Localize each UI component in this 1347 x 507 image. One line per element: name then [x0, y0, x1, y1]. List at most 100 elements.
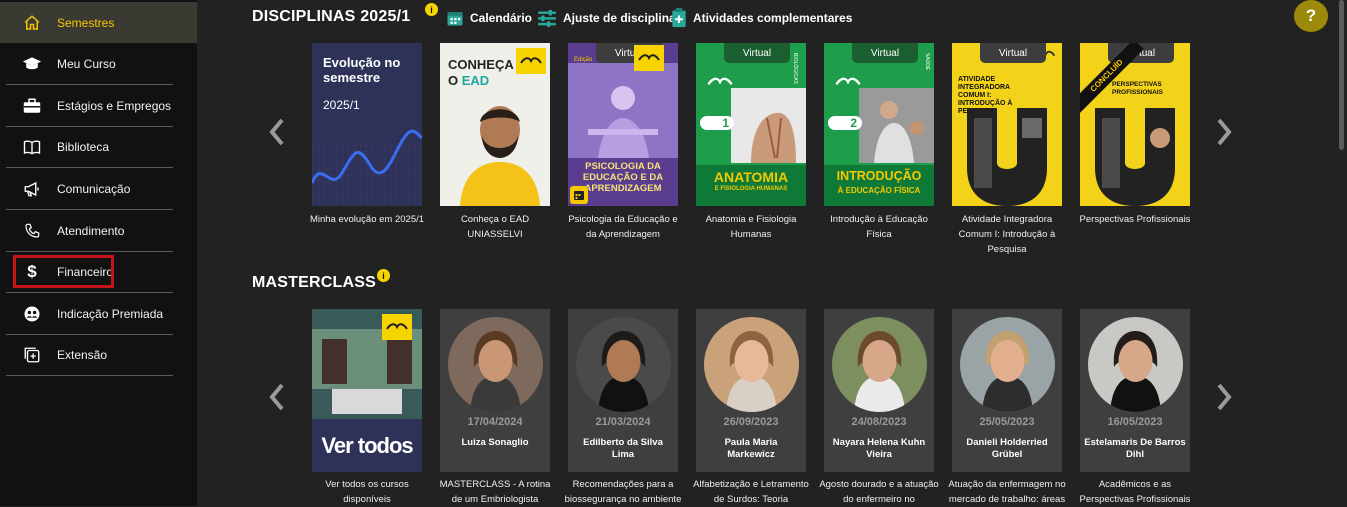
card-caption: Alfabetização e Letramento de Surdos: Te… [693, 479, 809, 505]
see-all-label: Ver todos [321, 433, 413, 458]
sidebar: Semestres Meu Curso Estágios e Empregos … [0, 0, 197, 506]
card-caption: MASTERCLASS - A rotina de um Embriologis… [439, 479, 551, 505]
sliders-icon [537, 9, 557, 27]
uniasselvi-logo [516, 48, 546, 74]
side-label: SAÚDE [924, 53, 930, 71]
complementary-activities-link[interactable]: Atividades complementares [671, 8, 853, 28]
add-square-icon [21, 346, 43, 364]
masterclass-speaker-name: Nayara Helena Kuhn Vieira [832, 437, 926, 460]
masterclass-prev-arrow[interactable] [265, 379, 289, 415]
avatar [448, 317, 543, 412]
scrollbar-thumb[interactable] [1339, 0, 1344, 150]
sidebar-item-indicacao[interactable]: Indicação Premiada [6, 294, 173, 335]
graduation-cap-icon [21, 55, 43, 73]
uniasselvi-logo [382, 314, 412, 340]
evolution-card[interactable]: Evolução no semestre 2025/1 [312, 43, 422, 206]
masterclass-card[interactable]: 17/04/2024 Luiza Sonaglio [440, 309, 550, 472]
masterclass-date: 21/03/2024 [595, 416, 651, 428]
masterclass-card[interactable]: 21/03/2024 Edilberto da Silva Lima [568, 309, 678, 472]
anatomia-cover-subtitle: E FISIOLOGIA HUMANAS [714, 186, 788, 192]
sidebar-item-comunicacao[interactable]: Comunicação [6, 169, 173, 210]
virtual-tag: Virtual [980, 43, 1046, 63]
masterclass-card[interactable]: 16/05/2023 Estelamaris De Barros Dihl [1080, 309, 1190, 472]
atividade-integradora-card[interactable]: Virtual ATIVIDADE INTEGRADORA COMUM I: I… [952, 43, 1062, 206]
letter-u-graphic [1095, 108, 1175, 206]
phone-icon [21, 222, 43, 240]
card-caption: Minha evolução em 2025/1 [309, 214, 425, 225]
book-icon [21, 138, 43, 156]
psicologia-cover-title: PSICOLOGIA DA EDUCAÇÃO E DA APRENDIZAGEM [582, 161, 664, 194]
sidebar-item-semestres[interactable]: Semestres [0, 2, 197, 43]
masterclass-date: 24/08/2023 [851, 416, 907, 428]
perspectivas-card[interactable]: Virtual CONCLUÍD PERSPECTIVAS PROFISSION… [1080, 43, 1190, 206]
home-icon [21, 14, 43, 32]
calendar-badge-icon [570, 186, 588, 204]
ead-card-line1: CONHEÇA [448, 57, 514, 72]
sidebar-item-atendimento[interactable]: Atendimento [6, 211, 173, 252]
masterclass-date: 25/05/2023 [979, 416, 1035, 428]
card-caption: Recomendações para a biossegurança no am… [564, 479, 682, 505]
masterclass-next-arrow[interactable] [1212, 379, 1236, 415]
calendar-link[interactable]: Calendário [446, 10, 532, 26]
complementary-activities-label: Atividades complementares [693, 11, 853, 25]
calendar-link-label: Calendário [470, 11, 533, 25]
sidebar-item-label: Estágios e Empregos [57, 99, 172, 113]
masterclass-card[interactable]: 26/09/2023 Paula Maria Markewicz [696, 309, 806, 472]
sidebar-item-label: Atendimento [57, 224, 125, 238]
masterclass-speaker-name: Danieli Holderried Grübel [966, 437, 1048, 460]
main-content: DISCIPLINAS 2025/1 i Calendário Ajuste d… [197, 0, 1347, 506]
ead-card-accent: EAD [461, 73, 490, 88]
avatar [960, 317, 1055, 412]
briefcase-icon [21, 97, 43, 115]
sidebar-item-biblioteca[interactable]: Biblioteca [6, 127, 173, 168]
virtual-tag: Virtual [724, 43, 790, 63]
volume-number: 2 [828, 116, 862, 130]
ead-card[interactable]: CONHEÇA O EAD [440, 43, 550, 206]
scrollbar[interactable] [1337, 0, 1347, 150]
sidebar-item-label: Comunicação [57, 182, 131, 196]
adjust-discipline-label: Ajuste de disciplina [563, 11, 676, 25]
uniasselvi-logo [835, 77, 861, 86]
see-all-card[interactable]: Ver todos [312, 309, 422, 472]
info-icon[interactable]: i [377, 269, 390, 282]
card-caption: Conheça o EAD UNIASSELVI [460, 214, 530, 240]
exercise-photo [859, 88, 934, 163]
card-caption: Perspectivas Profissionais [1079, 214, 1191, 225]
sidebar-item-estagios[interactable]: Estágios e Empregos [6, 86, 173, 127]
student-photo [568, 63, 678, 158]
masterclass-speaker-name: Paula Maria Markewicz [724, 437, 778, 460]
info-icon[interactable]: i [425, 3, 438, 16]
card-caption: Agosto dourado e a atuação do enfermeiro… [819, 479, 939, 505]
carousel-prev-arrow[interactable] [265, 114, 289, 150]
card-caption: Anatomia e Fisiologia Humanas [705, 214, 797, 240]
sidebar-item-label: Biblioteca [57, 140, 110, 154]
adjust-discipline-link[interactable]: Ajuste de disciplina [537, 9, 676, 27]
volume-number: 1 [700, 116, 734, 130]
carousel-next-arrow[interactable] [1212, 114, 1236, 150]
masterclass-card[interactable]: 24/08/2023 Nayara Helena Kuhn Vieira [824, 309, 934, 472]
virtual-tag: Virtual [852, 43, 918, 63]
perspectivas-cover-title: PERSPECTIVAS PROFISSIONAIS [1112, 81, 1163, 96]
educacao-fisica-cover-subtitle: À EDUCAÇÃO FÍSICA [837, 186, 921, 195]
ead-card-line2: O [448, 73, 459, 88]
help-button[interactable]: ? [1294, 0, 1328, 32]
sidebar-item-label: Indicação Premiada [57, 307, 164, 321]
masterclass-card[interactable]: 25/05/2023 Danieli Holderried Grübel [952, 309, 1062, 472]
financeiro-highlight-box [13, 255, 114, 288]
people-icon [21, 305, 43, 323]
avatar [704, 317, 799, 412]
disciplinas-title: DISCIPLINAS 2025/1 [252, 8, 411, 25]
masterclass-title: MASTERCLASS [252, 274, 376, 291]
sidebar-item-meu-curso[interactable]: Meu Curso [6, 44, 173, 85]
psicologia-card[interactable]: Virtual Edição PSICOLOGIA DA EDUCAÇÃO E … [568, 43, 678, 206]
avatar [1088, 317, 1183, 412]
educacao-fisica-card[interactable]: Virtual SAÚDE 2 INTRODUÇÃO À EDUCAÇÃO FÍ… [824, 43, 934, 206]
educacao-fisica-cover-title: INTRODUÇÃO [836, 169, 922, 183]
avatar [576, 317, 671, 412]
sidebar-item-label: Semestres [57, 15, 115, 30]
calendar-icon [446, 9, 464, 27]
anatomia-card[interactable]: Virtual BIOLÓGICAS 1 ANATOMIA E FISIOLOG… [696, 43, 806, 206]
sidebar-item-extensao[interactable]: Extensão [6, 335, 173, 376]
sidebar-item-label: Meu Curso [57, 57, 116, 71]
masterclass-speaker-name: Luiza Sonaglio [461, 437, 529, 448]
